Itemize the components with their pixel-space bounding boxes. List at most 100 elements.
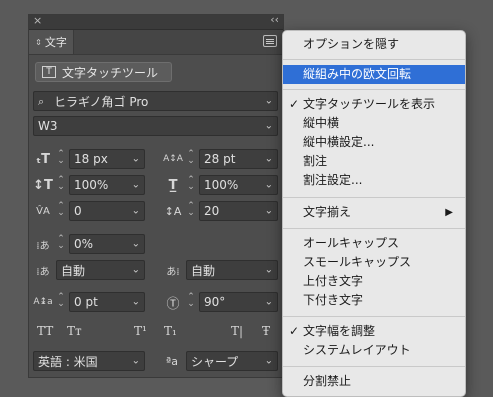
menu-item-system-layout[interactable]: システムレイアウト <box>283 341 465 360</box>
aki-before-select[interactable]: 自動 ⌄ <box>56 260 145 280</box>
menu-item-label: 縦中横 <box>303 116 340 130</box>
aki-before-icon: ⁞あ <box>36 266 50 278</box>
menu-item-subscript[interactable]: 下付き文字 <box>283 291 465 310</box>
kerning-field[interactable]: 0 ⌄ <box>69 201 145 221</box>
tab-toggle-icon[interactable]: ⇕ <box>35 38 42 47</box>
antialias-icon: ªa <box>166 354 178 368</box>
chevron-down-icon: ⌄ <box>131 205 140 217</box>
underline-button[interactable]: T| <box>231 324 243 338</box>
rotation-stepper[interactable]: ⌃ ⌄ <box>186 293 196 312</box>
panel-title-bar: × ‹‹ <box>29 13 283 30</box>
font-style-select[interactable]: W3 ⌄ <box>33 116 278 136</box>
menu-item-warichu[interactable]: 割注 <box>283 152 465 171</box>
menu-item-label: オプションを隠す <box>303 37 400 51</box>
tsume-value: 0% <box>74 237 94 251</box>
menu-separator <box>283 89 465 90</box>
chevron-down-icon: ⌄ <box>264 205 273 217</box>
leading-stepper[interactable]: ⌃ ⌄ <box>186 150 196 169</box>
chevron-down-icon: ⌄ <box>264 153 273 165</box>
rotation-value: 90° <box>204 295 226 309</box>
all-caps-button[interactable]: TT <box>37 324 53 338</box>
chevron-down-icon: ⌄ <box>131 264 140 276</box>
menu-item-tate-chu-yoko-settings[interactable]: 縦中横設定... <box>283 133 465 152</box>
menu-item-fractional-widths[interactable]: ✓ 文字幅を調整 <box>283 322 465 341</box>
baseline-shift-field[interactable]: 0 pt ⌄ <box>69 292 145 312</box>
close-icon[interactable]: × <box>33 14 42 27</box>
checkmark-icon: ✓ <box>289 97 300 111</box>
menu-item-hide-options[interactable]: オプションを隠す <box>283 35 465 54</box>
collapse-icon[interactable]: ‹‹ <box>270 13 279 26</box>
tsume-stepper[interactable]: ⌃ ⌄ <box>56 235 66 254</box>
menu-item-superscript[interactable]: 上付き文字 <box>283 272 465 291</box>
leading-value: 28 pt <box>204 152 236 166</box>
menu-separator <box>283 316 465 317</box>
language-value: 英語 : 米国 <box>38 354 98 369</box>
tracking-stepper[interactable]: ⌃ ⌄ <box>186 202 196 221</box>
tracking-field[interactable]: 20 ⌄ <box>199 201 278 221</box>
panel-menu-button[interactable] <box>263 35 277 47</box>
baseline-shift-value: 0 pt <box>74 295 98 309</box>
leading-icon: A↕A <box>163 154 183 164</box>
aki-after-select[interactable]: 自動 ⌄ <box>186 260 278 280</box>
rotation-field[interactable]: 90° ⌄ <box>199 292 278 312</box>
touch-type-tool-button[interactable]: T 文字タッチツール <box>35 62 172 82</box>
aki-after-value: 自動 <box>191 263 216 278</box>
tsume-field[interactable]: 0% ⌄ <box>69 234 145 254</box>
small-caps-button[interactable]: Tт <box>67 324 82 338</box>
chevron-down-icon: ⌄ <box>131 355 140 367</box>
font-size-stepper[interactable]: ⌃ ⌄ <box>56 150 66 169</box>
vertical-scale-value: 100% <box>74 178 109 192</box>
menu-item-all-caps[interactable]: オールキャップス <box>283 234 465 253</box>
submenu-arrow-icon: ▶ <box>445 207 453 218</box>
touch-type-label: 文字タッチツール <box>62 65 159 80</box>
superscript-button[interactable]: T¹ <box>134 324 147 338</box>
horizontal-scale-field[interactable]: 100% ⌄ <box>199 175 278 195</box>
menu-item-no-break[interactable]: 分割禁止 <box>283 372 465 391</box>
antialias-select[interactable]: シャープ ⌄ <box>186 351 278 371</box>
baseline-shift-stepper[interactable]: ⌃ ⌄ <box>56 293 66 312</box>
menu-item-small-caps[interactable]: スモールキャップス <box>283 253 465 272</box>
font-size-icon: ₜT <box>36 151 50 167</box>
leading-field[interactable]: 28 pt ⌄ <box>199 149 278 169</box>
panel-flyout-menu: オプションを隠す 縦組み中の欧文回転 ✓ 文字タッチツールを表示 縦中横 縦中横設… <box>282 30 466 397</box>
vertical-scale-stepper[interactable]: ⌃ ⌄ <box>56 176 66 195</box>
horizontal-scale-value: 100% <box>204 178 239 192</box>
search-icon: ⌕ <box>38 95 45 108</box>
subscript-button[interactable]: T₁ <box>164 324 177 338</box>
menu-item-character-alignment[interactable]: 文字揃え ▶ <box>283 203 465 222</box>
horizontal-scale-icon: T̲ <box>168 177 178 193</box>
chevron-down-icon: ⌄ <box>131 153 140 165</box>
rotation-icon: Ⓣ <box>166 296 180 312</box>
menu-item-show-touch-tool[interactable]: ✓ 文字タッチツールを表示 <box>283 95 465 114</box>
font-size-value: 18 px <box>74 152 108 166</box>
font-family-select[interactable]: ⌕ ヒラギノ角ゴ Pro ⌄ <box>33 91 278 111</box>
menu-item-warichu-settings[interactable]: 割注設定... <box>283 171 465 190</box>
menu-item-label: スモールキャップス <box>303 255 412 269</box>
tab-character[interactable]: ⇕ 文字 <box>29 30 74 54</box>
language-select[interactable]: 英語 : 米国 ⌄ <box>33 351 145 371</box>
menu-item-label: 割注 <box>303 154 328 168</box>
kerning-icon: V̂A <box>36 205 50 217</box>
menu-separator <box>283 366 465 367</box>
checkmark-icon: ✓ <box>289 324 300 338</box>
baseline-shift-icon: A↨a <box>33 297 53 307</box>
strikethrough-button[interactable]: Ŧ <box>262 324 270 338</box>
menu-item-label: 文字タッチツールを表示 <box>303 97 436 111</box>
tracking-icon: ↕A <box>164 204 182 218</box>
menu-item-tate-chu-yoko[interactable]: 縦中横 <box>283 114 465 133</box>
font-size-field[interactable]: 18 px ⌄ <box>69 149 145 169</box>
touch-type-icon: T <box>42 66 56 78</box>
horizontal-scale-stepper[interactable]: ⌃ ⌄ <box>186 176 196 195</box>
kerning-stepper[interactable]: ⌃ ⌄ <box>56 202 66 221</box>
tracking-value: 20 <box>204 204 220 218</box>
menu-item-label: 文字揃え <box>303 205 352 219</box>
aki-after-icon: あ⁞ <box>166 266 180 278</box>
menu-item-label: 文字幅を調整 <box>303 324 376 338</box>
menu-item-label: 上付き文字 <box>303 274 364 288</box>
font-family-value: ヒラギノ角ゴ Pro <box>54 94 149 109</box>
antialias-value: シャープ <box>191 354 239 369</box>
chevron-down-icon: ⌄ <box>131 296 140 308</box>
menu-item-rotate-roman[interactable]: 縦組み中の欧文回転 <box>283 65 465 84</box>
chevron-down-icon: ⌄ <box>131 179 140 191</box>
vertical-scale-field[interactable]: 100% ⌄ <box>69 175 145 195</box>
